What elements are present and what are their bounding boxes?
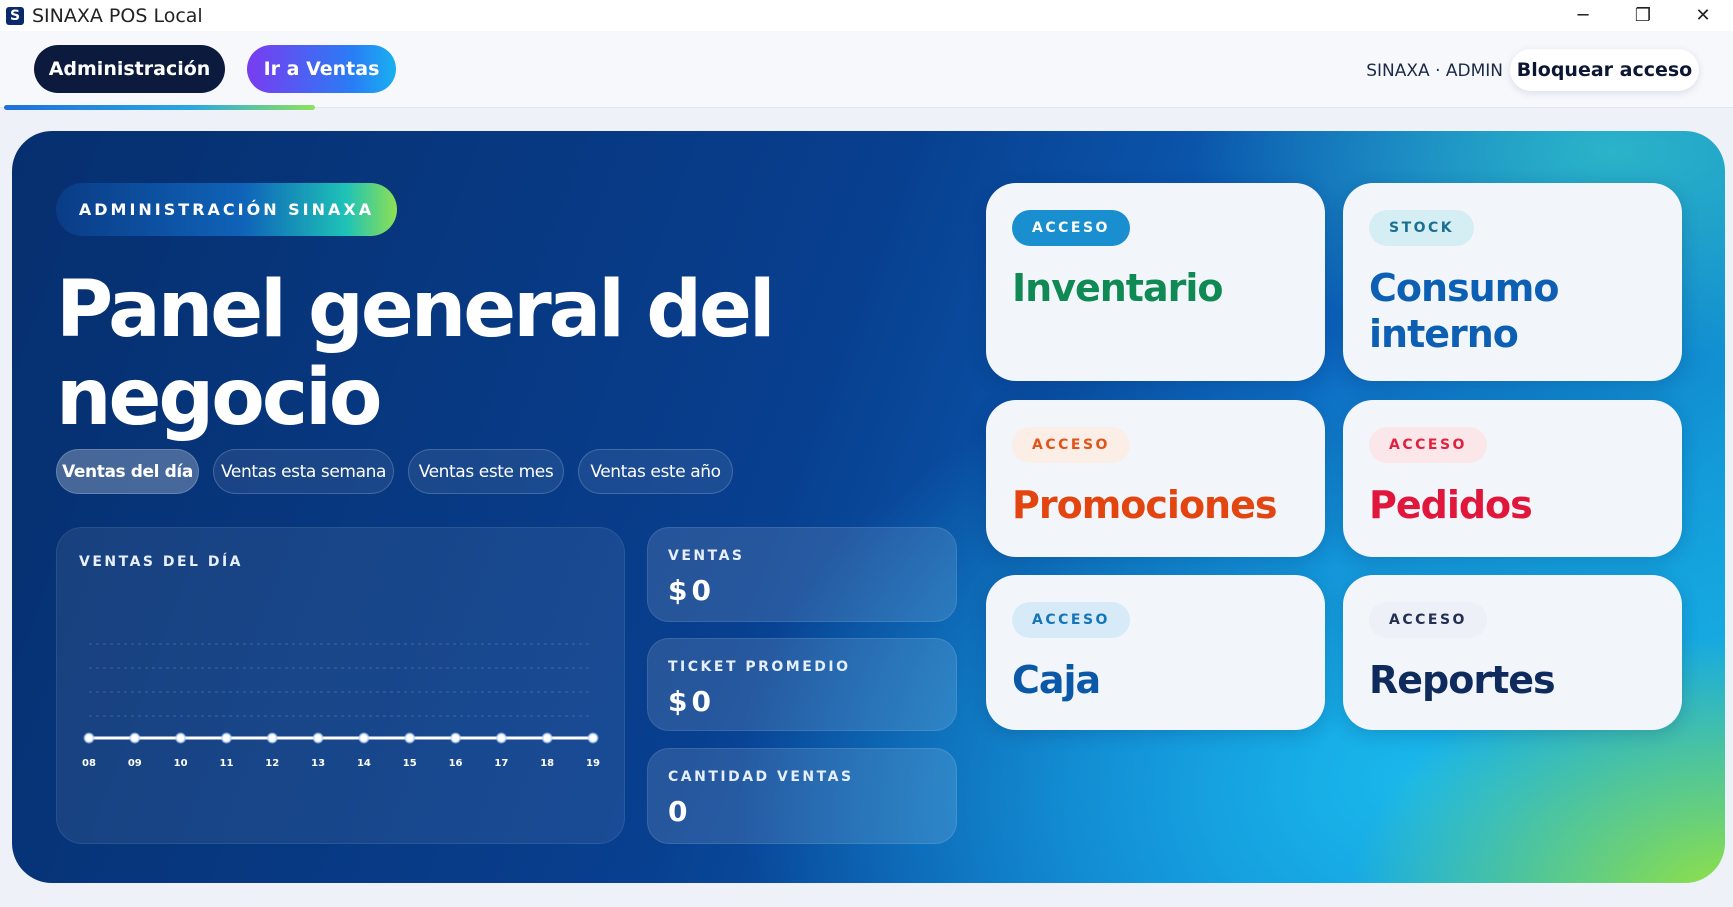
ir-a-ventas-button[interactable]: Ir a Ventas xyxy=(247,45,396,93)
stat-cantidad-ventas-card: CANTIDAD VENTAS 0 xyxy=(647,748,957,844)
tab-ventas-este-ano[interactable]: Ventas este año xyxy=(578,449,733,494)
tile-title: Caja xyxy=(1012,658,1101,702)
tile-badge: STOCK xyxy=(1369,210,1475,246)
restore-button[interactable]: ❐ xyxy=(1613,0,1673,31)
chart-x-tick-label: 09 xyxy=(128,758,142,769)
tile-title: Reportes xyxy=(1369,658,1556,702)
chart-point xyxy=(587,732,599,744)
stat-label: VENTAS xyxy=(668,548,745,564)
tile-badge: ACCESO xyxy=(1369,602,1487,638)
chart-point xyxy=(450,732,462,744)
chart-point xyxy=(129,732,141,744)
range-tabs: Ventas del día Ventas esta semana Ventas… xyxy=(56,449,747,494)
chart-point xyxy=(175,732,187,744)
page-title: Panel general del negocio xyxy=(56,265,776,443)
chart-x-tick-label: 08 xyxy=(82,758,96,769)
tile-consumo-interno[interactable]: STOCK Consumo interno xyxy=(1343,183,1682,381)
stat-label: CANTIDAD VENTAS xyxy=(668,769,854,785)
app-logo-icon: S xyxy=(6,6,24,25)
chart-point xyxy=(541,732,553,744)
chart-point xyxy=(83,732,95,744)
chart-point xyxy=(404,732,416,744)
chart-x-tick-label: 18 xyxy=(540,758,554,769)
chart-x-tick-label: 11 xyxy=(219,758,233,769)
chart-point xyxy=(220,732,232,744)
chart-x-tick-label: 14 xyxy=(357,758,371,769)
nav-progress-bar xyxy=(4,105,315,110)
tile-title: Promociones xyxy=(1012,483,1277,527)
tab-ventas-este-mes[interactable]: Ventas este mes xyxy=(408,449,564,494)
chart-x-tick-label: 16 xyxy=(449,758,463,769)
window-titlebar: S SINAXA POS Local ─ ❐ ✕ xyxy=(0,0,1733,31)
section-badge: ADMINISTRACIÓN SINAXA xyxy=(56,183,397,236)
tile-badge: ACCESO xyxy=(1012,602,1130,638)
minimize-button[interactable]: ─ xyxy=(1553,0,1613,31)
hero-panel: ADMINISTRACIÓN SINAXA Panel general del … xyxy=(12,131,1725,883)
tile-title: Inventario xyxy=(1012,266,1223,310)
stat-value: $0 xyxy=(668,574,715,607)
tile-title: Consumo interno xyxy=(1369,266,1559,356)
tile-badge: ACCESO xyxy=(1012,210,1130,246)
tile-promociones[interactable]: ACCESO Promociones xyxy=(986,400,1325,557)
chart-x-tick-label: 12 xyxy=(265,758,279,769)
window-title: SINAXA POS Local xyxy=(32,4,203,27)
stat-ticket-promedio-card: TICKET PROMEDIO $0 xyxy=(647,638,957,731)
stat-label: TICKET PROMEDIO xyxy=(668,659,851,675)
tile-badge: ACCESO xyxy=(1369,427,1487,463)
user-label: SINAXA · ADMIN xyxy=(1366,61,1503,81)
tile-title: Pedidos xyxy=(1369,483,1533,527)
top-navigation: Administración Ir a Ventas SINAXA · ADMI… xyxy=(0,31,1733,110)
sales-line-chart: 08 09 10 11 12 13 14 15 16 17 18 19 xyxy=(82,643,600,769)
chart-point xyxy=(266,732,278,744)
stat-ventas-card: VENTAS $0 xyxy=(647,527,957,622)
stat-value: $0 xyxy=(668,685,715,718)
bloquear-acceso-button[interactable]: Bloquear acceso xyxy=(1510,49,1699,91)
sales-chart-card: VENTAS DEL DÍA 08 09 10 11 12 13 14 15 16 17 18 19 xyxy=(56,527,625,844)
close-button[interactable]: ✕ xyxy=(1673,0,1733,31)
tile-pedidos[interactable]: ACCESO Pedidos xyxy=(1343,400,1682,557)
tile-reportes[interactable]: ACCESO Reportes xyxy=(1343,575,1682,730)
chart-point xyxy=(358,732,370,744)
tile-caja[interactable]: ACCESO Caja xyxy=(986,575,1325,730)
window-controls: ─ ❐ ✕ xyxy=(1553,0,1733,31)
chart-x-tick-label: 10 xyxy=(174,758,188,769)
chart-x-tick-label: 13 xyxy=(311,758,325,769)
chart-x-tick-label: 15 xyxy=(403,758,417,769)
chart-x-tick-label: 19 xyxy=(586,758,600,769)
tab-ventas-del-dia[interactable]: Ventas del día xyxy=(56,449,199,494)
chart-point xyxy=(495,732,507,744)
tab-ventas-esta-semana[interactable]: Ventas esta semana xyxy=(213,449,394,494)
stat-value: 0 xyxy=(668,795,692,828)
chart-point xyxy=(312,732,324,744)
tile-badge: ACCESO xyxy=(1012,427,1130,463)
chart-x-tick-label: 17 xyxy=(494,758,508,769)
tile-inventario[interactable]: ACCESO Inventario xyxy=(986,183,1325,381)
administracion-button[interactable]: Administración xyxy=(34,45,225,93)
